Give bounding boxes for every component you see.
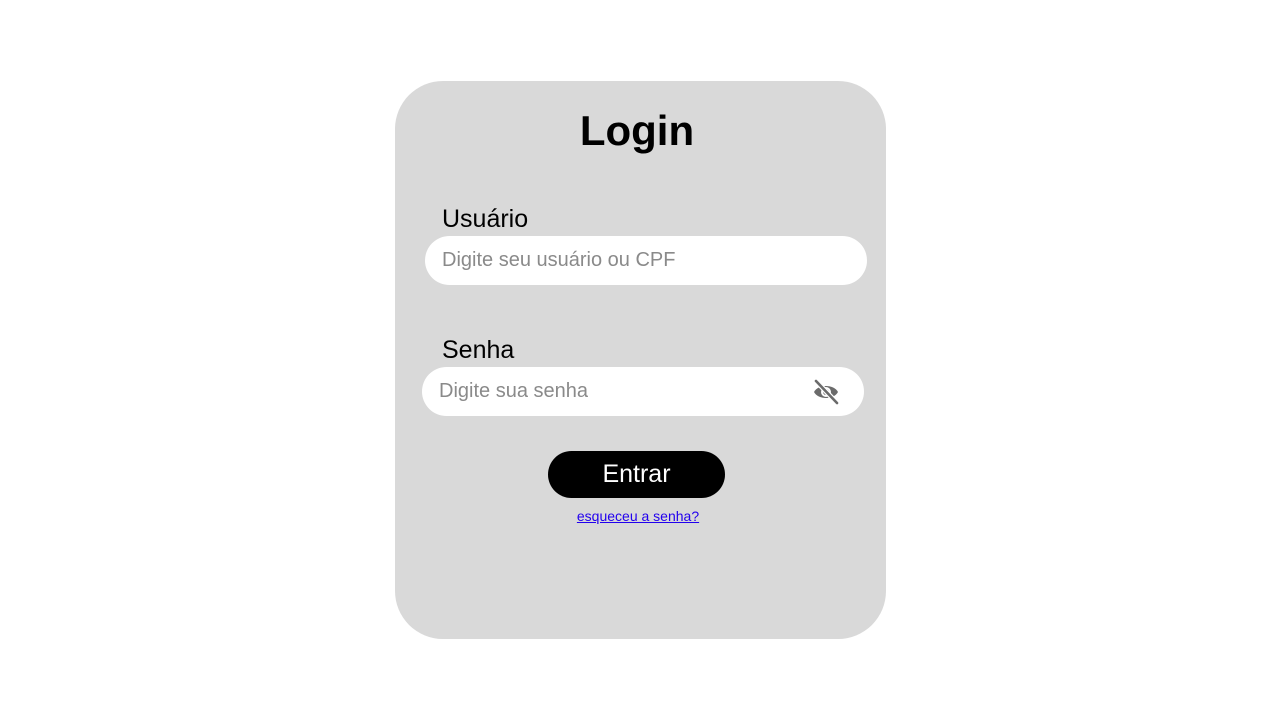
login-title: Login: [579, 107, 695, 154]
password-input[interactable]: [439, 367, 809, 416]
user-input[interactable]: [442, 236, 852, 285]
password-label: Senha: [442, 336, 515, 364]
forgot-password-link[interactable]: esqueceu a senha?: [548, 507, 728, 525]
password-field-container: [422, 367, 864, 416]
enter-button[interactable]: Entrar: [548, 451, 725, 498]
eye-off-icon[interactable]: [812, 378, 840, 406]
user-label: Usuário: [442, 205, 529, 233]
user-field-container: [425, 236, 867, 285]
